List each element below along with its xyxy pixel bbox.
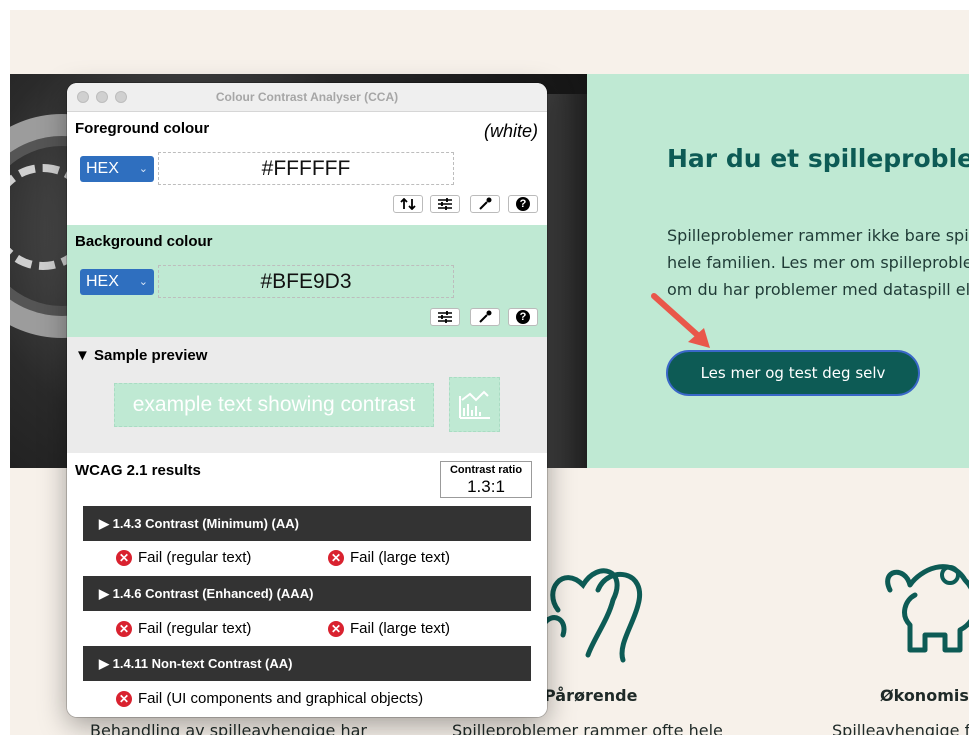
eyedropper-icon [479, 310, 492, 323]
wcag-results-section: WCAG 2.1 results Contrast ratio 1.3:1 ▶ … [67, 453, 547, 717]
result-text: Fail (large text) [350, 549, 451, 566]
sample-preview-text: example text showing contrast [114, 383, 434, 427]
result-text: Fail (UI components and graphical object… [138, 690, 424, 707]
result-item: ✕ Fail (regular text) [116, 620, 251, 637]
background-help-button[interactable]: ? [508, 308, 538, 326]
contrast-ratio-label: Contrast ratio [449, 464, 523, 476]
hero-title: Har du et spilleproblem? [667, 144, 969, 173]
result-text: Fail (large text) [350, 620, 451, 637]
criterion-1-4-6-toggle[interactable]: ▶ 1.4.6 Contrast (Enhanced) (AAA) [83, 576, 531, 611]
hero-text-line: hele familien. Les mer om spilleprobleme… [667, 253, 969, 272]
cca-window: Colour Contrast Analyser (CCA) Foregroun… [67, 83, 547, 717]
background-adjust-button[interactable] [430, 308, 460, 326]
result-item: ✕ Fail (UI components and graphical obje… [116, 690, 423, 707]
eyedropper-icon [479, 197, 492, 210]
fail-icon: ✕ [116, 690, 132, 707]
fail-icon: ✕ [116, 620, 132, 637]
chevron-down-icon: ⌄ [138, 276, 148, 288]
background-format-select[interactable]: HEX ⌄ [80, 269, 154, 295]
wcag-results-label: WCAG 2.1 results [75, 462, 201, 479]
hero-panel: Har du et spilleproblem? Spilleproblemer… [587, 74, 969, 468]
card-text-economy: Spilleavhengige får [832, 721, 969, 735]
contrast-ratio-value: 1.3:1 [467, 477, 505, 496]
help-icon: ? [516, 197, 530, 211]
window-titlebar[interactable]: Colour Contrast Analyser (CCA) [67, 83, 547, 112]
criterion-1-4-11-toggle[interactable]: ▶ 1.4.11 Non-text Contrast (AA) [83, 646, 531, 681]
window-title: Colour Contrast Analyser (CCA) [215, 90, 399, 104]
sliders-icon [438, 311, 452, 323]
fail-icon: ✕ [328, 620, 344, 637]
sample-preview-toggle[interactable]: ▼ Sample preview [75, 347, 207, 364]
fail-icon: ✕ [328, 549, 344, 566]
foreground-format-value: HEX [86, 160, 119, 177]
card-title-economy: Økonomisk [880, 686, 969, 705]
background-picker-button[interactable] [470, 308, 500, 326]
background-label: Background colour [75, 233, 213, 250]
help-icon: ? [516, 310, 530, 324]
card-text-treatment: Behandling av spilleavhengige har [90, 721, 367, 735]
background-hex-input[interactable]: #BFE9D3 [158, 265, 454, 298]
chart-icon [459, 390, 490, 419]
result-text: Fail (regular text) [138, 620, 252, 637]
result-text: Fail (regular text) [138, 549, 252, 566]
card-title-family: Pårørende [544, 686, 638, 705]
foreground-colour-name: (white) [483, 121, 538, 141]
piggy-bank-icon [885, 564, 969, 653]
foreground-help-button[interactable]: ? [508, 195, 538, 213]
hero-text-line: Spilleproblemer rammer ikke bare spiller… [667, 226, 969, 245]
sliders-icon [438, 198, 452, 210]
swap-colours-button[interactable] [393, 195, 423, 213]
sample-preview-graphic [449, 377, 500, 432]
result-item: ✕ Fail (large text) [328, 549, 450, 566]
background-section: Background colour HEX ⌄ #BFE9D3 ? [67, 225, 547, 337]
contrast-ratio-box: Contrast ratio 1.3:1 [440, 461, 532, 498]
background-format-value: HEX [86, 273, 119, 290]
foreground-adjust-button[interactable] [430, 195, 460, 213]
foreground-label: Foreground colour [75, 120, 210, 137]
foreground-section: Foreground colour (white) HEX ⌄ #FFFFFF … [67, 112, 547, 225]
result-item: ✕ Fail (regular text) [116, 549, 251, 566]
test-yourself-button[interactable]: Les mer og test deg selv [666, 350, 920, 396]
criterion-1-4-3-toggle[interactable]: ▶ 1.4.3 Contrast (Minimum) (AA) [83, 506, 531, 541]
result-item: ✕ Fail (large text) [328, 620, 450, 637]
family-hearts-icon [540, 568, 643, 663]
chevron-down-icon: ⌄ [138, 163, 148, 175]
swap-icon [400, 198, 416, 210]
foreground-picker-button[interactable] [470, 195, 500, 213]
red-arrow-annotation [651, 293, 710, 348]
fail-icon: ✕ [116, 549, 132, 566]
sample-preview-section: ▼ Sample preview example text showing co… [67, 337, 547, 453]
foreground-hex-input[interactable]: #FFFFFF [158, 152, 454, 185]
foreground-format-select[interactable]: HEX ⌄ [80, 156, 154, 182]
card-text-family: Spilleproblemer rammer ofte hele [452, 721, 723, 735]
